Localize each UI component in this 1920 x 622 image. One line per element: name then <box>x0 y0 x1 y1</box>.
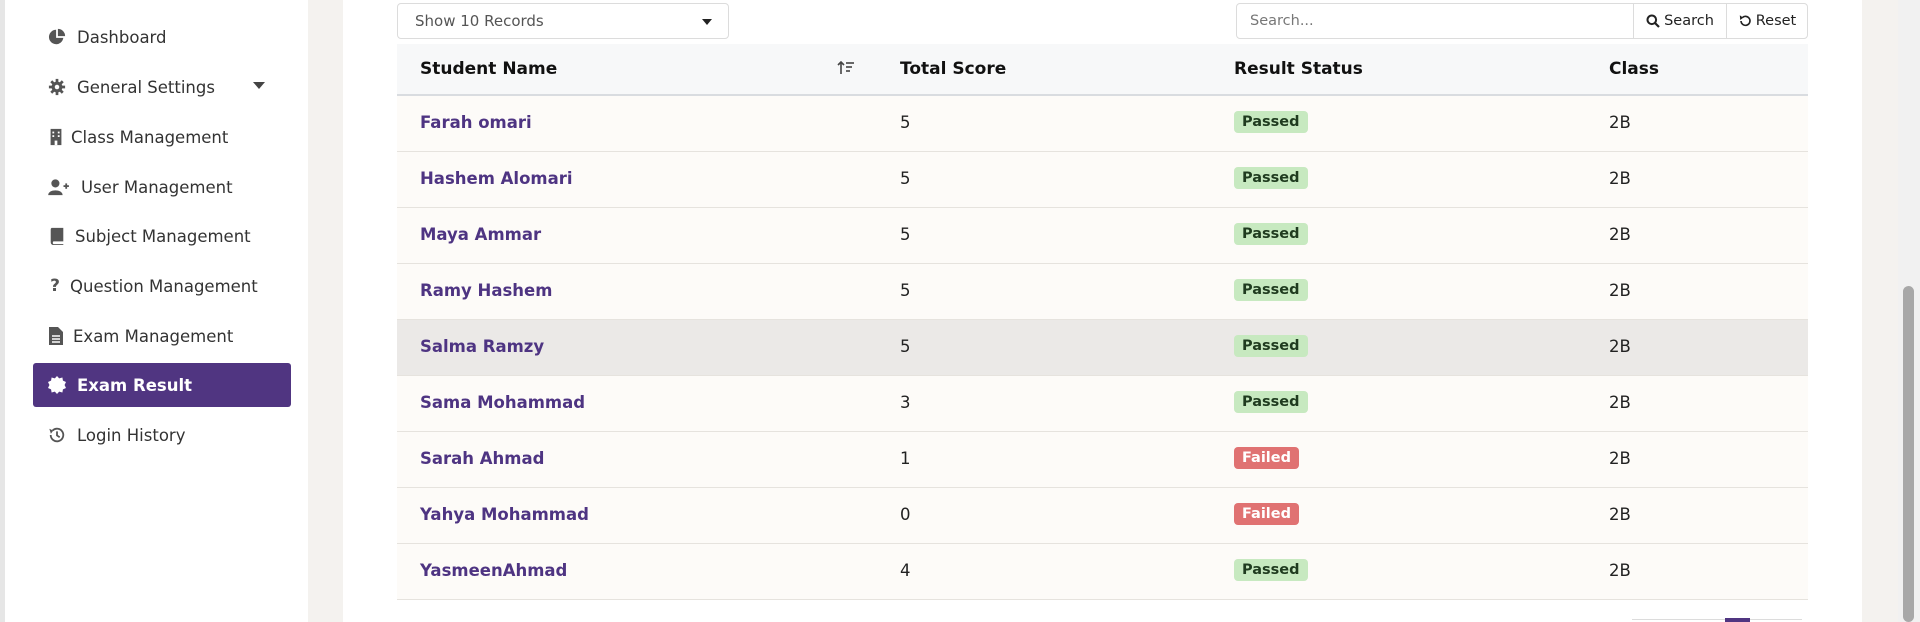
status-badge: Passed <box>1234 167 1308 189</box>
search-button[interactable]: Search <box>1633 4 1726 38</box>
table-row: Salma Ramzy 5 Passed 2B <box>397 320 1808 376</box>
sidebar-item-label: Exam Result <box>77 375 192 395</box>
student-name-link[interactable]: Yahya Mohammad <box>420 505 589 524</box>
student-name-link[interactable]: Farah omari <box>420 113 532 132</box>
search-group: Search Reset <box>1236 3 1808 39</box>
student-name-link[interactable]: Sama Mohammad <box>420 393 585 412</box>
sidebar-item-label: General Settings <box>77 77 215 97</box>
sidebar-item-label: Subject Management <box>75 226 251 246</box>
table-row: Sama Mohammad 3 Passed 2B <box>397 376 1808 432</box>
pie-chart-icon <box>47 27 67 47</box>
sidebar-item-class-management[interactable]: Class Management <box>33 115 291 159</box>
sidebar-item-label: Class Management <box>71 127 229 147</box>
sidebar-item-exam-management[interactable]: Exam Management <box>33 314 291 358</box>
records-per-page-select[interactable]: Show 10 Records <box>397 3 729 39</box>
status-badge: Failed <box>1234 503 1299 525</box>
search-button-label: Search <box>1664 13 1714 29</box>
column-header-class[interactable]: Class <box>1609 59 1659 79</box>
student-name-link[interactable]: Maya Ammar <box>420 225 541 244</box>
document-icon <box>49 326 63 346</box>
status-badge: Passed <box>1234 559 1308 581</box>
total-score: 3 <box>900 393 911 412</box>
total-score: 5 <box>900 281 911 300</box>
total-score: 5 <box>900 337 911 356</box>
table-row: Maya Ammar 5 Passed 2B <box>397 208 1808 264</box>
sidebar-item-label: User Management <box>81 177 233 197</box>
chevron-down-icon[interactable] <box>253 82 265 89</box>
sidebar-item-exam-result[interactable]: Exam Result <box>33 363 291 407</box>
sidebar-item-dashboard[interactable]: Dashboard <box>33 15 291 59</box>
sidebar-item-login-history[interactable]: Login History <box>33 413 291 457</box>
sidebar-item-label: Login History <box>77 425 186 445</box>
sidebar-item-label: Exam Management <box>73 326 234 346</box>
caret-down-icon <box>702 19 712 25</box>
sidebar-item-general-settings[interactable]: General Settings <box>33 65 291 109</box>
student-name-link[interactable]: Ramy Hashem <box>420 281 552 300</box>
status-badge: Passed <box>1234 335 1308 357</box>
table-row: Hashem Alomari 5 Passed 2B <box>397 152 1808 208</box>
search-input[interactable] <box>1237 4 1633 38</box>
column-header-total-score[interactable]: Total Score <box>900 59 1006 79</box>
status-badge: Failed <box>1234 447 1299 469</box>
badge-icon <box>47 375 67 395</box>
history-icon <box>47 425 67 445</box>
records-select-value: Show 10 Records <box>415 12 544 30</box>
book-icon <box>49 226 65 246</box>
sidebar-item-subject-management[interactable]: Subject Management <box>33 214 291 258</box>
sidebar: Dashboard General Settings Class Managem… <box>0 0 308 622</box>
class-cell: 2B <box>1609 225 1631 244</box>
column-header-result-status[interactable]: Result Status <box>1234 59 1363 79</box>
class-cell: 2B <box>1609 505 1631 524</box>
sort-icon[interactable] <box>837 60 855 81</box>
table-header: Student Name Total Score Result Status C… <box>397 44 1808 96</box>
status-badge: Passed <box>1234 391 1308 413</box>
status-badge: Passed <box>1234 223 1308 245</box>
sidebar-item-label: Dashboard <box>77 27 167 47</box>
class-cell: 2B <box>1609 281 1631 300</box>
building-icon <box>49 127 63 147</box>
undo-icon <box>1739 15 1751 27</box>
class-cell: 2B <box>1609 561 1631 580</box>
total-score: 5 <box>900 225 911 244</box>
class-cell: 2B <box>1609 169 1631 188</box>
student-name-link[interactable]: YasmeenAhmad <box>420 561 567 580</box>
table-row: Farah omari 5 Passed 2B <box>397 96 1808 152</box>
status-badge: Passed <box>1234 111 1308 133</box>
table-row: Ramy Hashem 5 Passed 2B <box>397 264 1808 320</box>
class-cell: 2B <box>1609 113 1631 132</box>
table-row: Yahya Mohammad 0 Failed 2B <box>397 488 1808 544</box>
class-cell: 2B <box>1609 449 1631 468</box>
status-badge: Passed <box>1234 279 1308 301</box>
total-score: 4 <box>900 561 911 580</box>
sidebar-item-label: Question Management <box>70 276 258 296</box>
table-row: YasmeenAhmad 4 Passed 2B <box>397 544 1808 600</box>
sidebar-item-user-management[interactable]: User Management <box>33 165 291 209</box>
gear-icon <box>47 77 67 97</box>
total-score: 5 <box>900 169 911 188</box>
question-icon: ? <box>50 276 60 296</box>
student-name-link[interactable]: Hashem Alomari <box>420 169 573 188</box>
student-name-link[interactable]: Sarah Ahmad <box>420 449 544 468</box>
total-score: 5 <box>900 113 911 132</box>
pagination-active-page[interactable] <box>1725 618 1750 622</box>
student-name-link[interactable]: Salma Ramzy <box>420 337 544 356</box>
search-icon <box>1646 14 1660 28</box>
total-score: 0 <box>900 505 911 524</box>
class-cell: 2B <box>1609 337 1631 356</box>
pagination <box>1632 619 1802 620</box>
column-header-student-name[interactable]: Student Name <box>420 59 557 79</box>
reset-button-label: Reset <box>1755 13 1797 29</box>
table-row: Sarah Ahmad 1 Failed 2B <box>397 432 1808 488</box>
class-cell: 2B <box>1609 393 1631 412</box>
sidebar-item-question-management[interactable]: ? Question Management <box>33 264 291 308</box>
scrollbar-thumb[interactable] <box>1903 286 1914 622</box>
reset-button[interactable]: Reset <box>1726 4 1807 38</box>
user-plus-icon <box>47 177 71 197</box>
results-table: Student Name Total Score Result Status C… <box>397 44 1808 600</box>
total-score: 1 <box>900 449 911 468</box>
